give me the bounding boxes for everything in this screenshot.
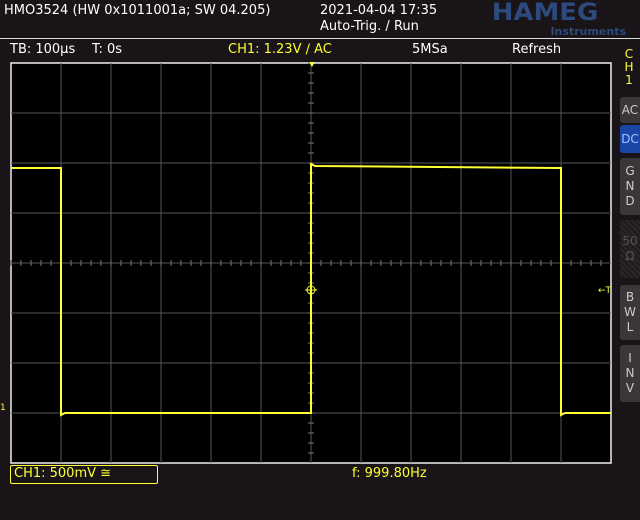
header-divider (0, 38, 640, 39)
ch1-trigger-setting[interactable]: CH1: 1.23V ∕ AC (228, 42, 332, 57)
trigger-time[interactable]: T: 0s (92, 42, 122, 57)
acquisition-mode[interactable]: Refresh (512, 42, 561, 57)
timebase[interactable]: TB: 100µs (10, 42, 75, 57)
ch1-scale: CH1: 500mV ≅ (14, 466, 112, 481)
channel-label: CH1 (624, 47, 634, 87)
datetime: 2021-04-04 17:35 (320, 3, 438, 18)
coupling-dc-button[interactable]: DC (620, 125, 640, 153)
waveform-display: ←T (10, 62, 612, 464)
svg-text:Instruments: Instruments (550, 25, 626, 38)
ch1-ground-marker[interactable]: 1 (0, 403, 6, 413)
device-info: HMO3524 (HW 0x1011001a; SW 04.205) (4, 3, 271, 18)
svg-text:HAMEG: HAMEG (492, 0, 598, 26)
coupling-gnd-button[interactable]: GND (620, 158, 640, 215)
hameg-logo: HAMEG Instruments (492, 0, 627, 38)
ch1-scale-box[interactable]: CH1: 500mV ≅ (10, 465, 158, 484)
trigger-level-marker: ←T (598, 286, 612, 296)
coupling-ac-button[interactable]: AC (620, 97, 640, 123)
sample-rate: 5MSa (412, 42, 448, 57)
bandwidth-limit-button[interactable]: BWL (620, 285, 640, 340)
trigger-status: Auto-Trig. / Run (320, 19, 419, 34)
invert-button[interactable]: INV (620, 345, 640, 402)
frequency-readout: f: 999.80Hz (352, 466, 427, 481)
impedance-50ohm-button: 50Ω (620, 220, 640, 278)
